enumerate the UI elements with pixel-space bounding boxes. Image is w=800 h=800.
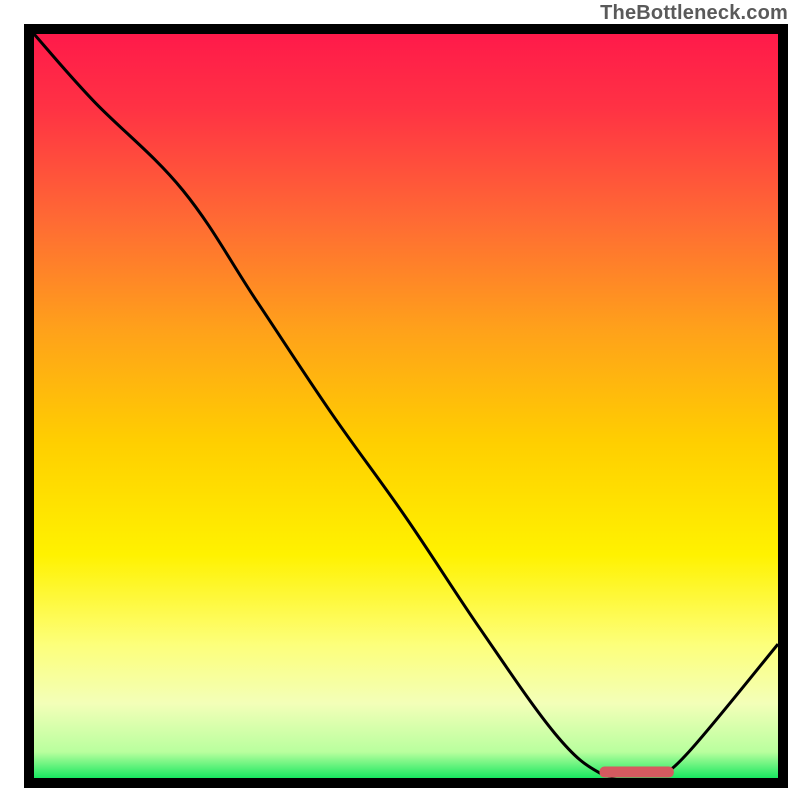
optimal-range-marker	[599, 767, 673, 778]
attribution-label: TheBottleneck.com	[600, 2, 788, 25]
gradient-background	[34, 34, 778, 778]
page-root: TheBottleneck.com	[0, 0, 800, 800]
chart-frame	[24, 24, 788, 788]
plot-area	[34, 34, 778, 778]
chart-svg	[34, 34, 778, 778]
